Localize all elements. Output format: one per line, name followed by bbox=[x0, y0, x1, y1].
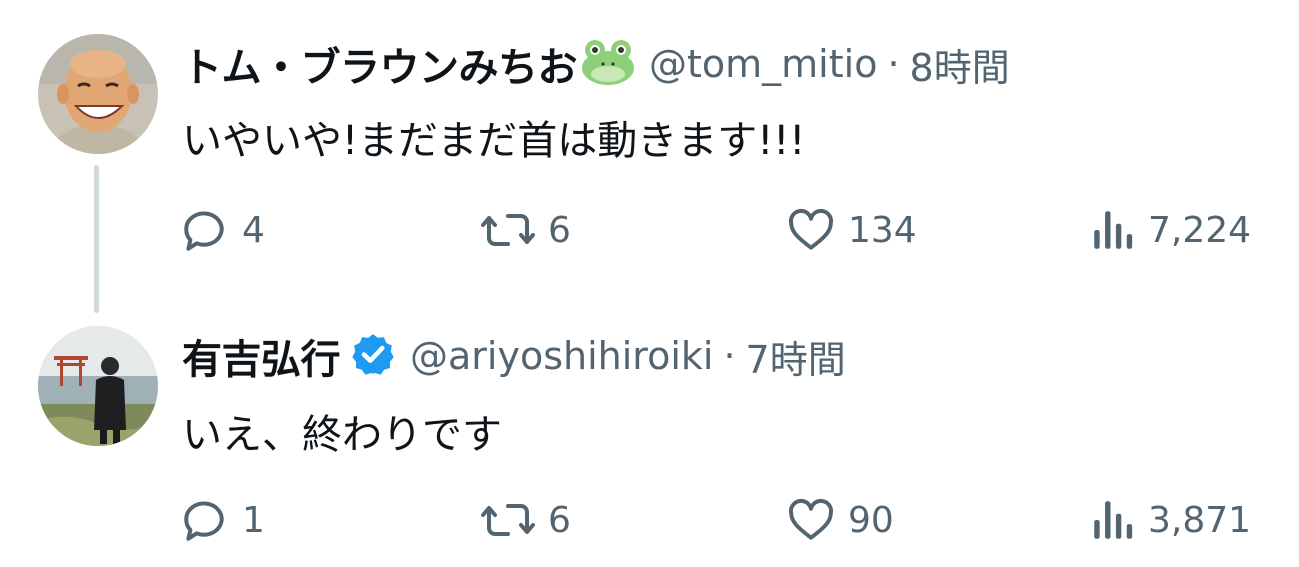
retweet-icon bbox=[480, 205, 536, 255]
timestamp[interactable]: 7時間 bbox=[746, 329, 846, 384]
reply-count: 4 bbox=[242, 209, 265, 251]
like-button[interactable]: 134 bbox=[786, 200, 917, 260]
separator-dot: · bbox=[723, 334, 736, 378]
avatar[interactable] bbox=[38, 34, 158, 154]
separator-dot: · bbox=[887, 42, 900, 86]
handle[interactable]: @ariyoshihiroiki bbox=[410, 334, 713, 378]
retweet-button[interactable]: 6 bbox=[480, 490, 571, 550]
retweet-button[interactable]: 6 bbox=[480, 200, 571, 260]
like-count: 90 bbox=[848, 499, 894, 541]
heart-icon bbox=[786, 495, 836, 545]
retweet-count: 6 bbox=[548, 209, 571, 251]
verified-badge-icon bbox=[350, 331, 396, 381]
views-count: 7,224 bbox=[1148, 209, 1252, 251]
retweet-count: 6 bbox=[548, 499, 571, 541]
retweet-icon bbox=[480, 495, 536, 545]
avatar[interactable] bbox=[38, 326, 158, 446]
reply-icon bbox=[180, 495, 230, 545]
tweet[interactable]: トム・ブラウンみちお @tom_mitio · 8時間 いやいや!まだまだ首は動… bbox=[0, 0, 1299, 313]
handle[interactable]: @tom_mitio bbox=[649, 42, 877, 86]
reply-button[interactable]: 1 bbox=[180, 490, 265, 550]
tweet-header: 有吉弘行 @ariyoshihiroiki · 7時間 bbox=[182, 326, 846, 386]
tweet[interactable]: 有吉弘行 @ariyoshihiroiki · 7時間 いえ、終わりです 1 6… bbox=[0, 300, 1299, 567]
tweet-header: トム・ブラウンみちお @tom_mitio · 8時間 bbox=[182, 34, 1010, 94]
action-bar: 4 6 134 7,224 bbox=[180, 200, 1260, 260]
views-button[interactable]: 7,224 bbox=[1090, 200, 1251, 260]
like-count: 134 bbox=[848, 209, 917, 251]
reply-button[interactable]: 4 bbox=[180, 200, 265, 260]
display-name[interactable]: トム・ブラウンみちお bbox=[182, 35, 578, 93]
thread-line bbox=[94, 165, 99, 313]
frog-face-icon bbox=[581, 38, 635, 90]
display-name[interactable]: 有吉弘行 bbox=[182, 327, 341, 385]
action-bar: 1 6 90 3,871 bbox=[180, 490, 1260, 550]
analytics-icon bbox=[1090, 495, 1136, 545]
analytics-icon bbox=[1090, 205, 1136, 255]
like-button[interactable]: 90 bbox=[786, 490, 894, 550]
views-count: 3,871 bbox=[1148, 499, 1252, 541]
reply-count: 1 bbox=[242, 499, 265, 541]
views-button[interactable]: 3,871 bbox=[1090, 490, 1251, 550]
reply-icon bbox=[180, 205, 230, 255]
timestamp[interactable]: 8時間 bbox=[910, 37, 1010, 92]
tweet-text: いやいや!まだまだ首は動きます!!! bbox=[182, 118, 806, 164]
heart-icon bbox=[786, 205, 836, 255]
tweet-text: いえ、終わりです bbox=[182, 412, 502, 458]
